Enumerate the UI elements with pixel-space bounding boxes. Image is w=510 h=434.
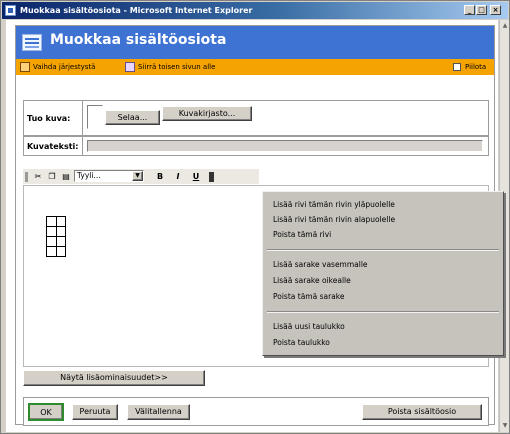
edit-panel: Muokkaa sisältöosiota Vaihda järjestystä… — [15, 25, 504, 426]
editor-toolbar: ✂ ❐ ▤ Tyyli... ▼ B I U — [23, 169, 259, 184]
close-button[interactable]: × — [490, 5, 501, 15]
divider — [82, 137, 83, 155]
menu-item-delete-row[interactable]: Poista tämä rivi — [273, 230, 331, 239]
window-title: Muokkaa sisältöosiota - Microsoft Intern… — [20, 6, 253, 15]
content-logo-icon — [22, 34, 42, 51]
ie-app-icon — [5, 5, 16, 16]
caption-label: Kuvateksti: — [27, 142, 79, 151]
minimize-button[interactable]: _ — [464, 5, 475, 15]
cut-icon[interactable]: ✂ — [33, 172, 43, 182]
move-icon[interactable] — [125, 62, 135, 72]
scroll-down-icon[interactable]: ▼ — [501, 422, 509, 430]
delete-section-button[interactable]: Poista sisältöosio — [362, 404, 482, 420]
underline-button[interactable]: U — [191, 172, 201, 182]
image-path-input[interactable] — [87, 105, 103, 129]
table-row-line — [47, 236, 65, 237]
save-draft-button[interactable]: Välitallenna — [127, 404, 190, 420]
menu-item-add-row-below[interactable]: Lisää rivi tämän rivin alapuolelle — [273, 215, 395, 224]
page-title: Muokkaa sisältöosiota — [50, 32, 227, 48]
scroll-up-icon[interactable]: ▲ — [501, 22, 509, 30]
align-icon[interactable] — [209, 172, 214, 182]
action-bar: OK Peruuta Välitallenna Poista sisältöos… — [23, 397, 489, 426]
image-group: Tuo kuva: Selaa... Kuvakirjasto... — [23, 100, 489, 136]
table-row-line — [47, 246, 65, 247]
caption-group: Kuvateksti: — [23, 136, 489, 156]
cancel-button[interactable]: Peruuta — [72, 404, 118, 420]
table-icon[interactable] — [46, 216, 66, 257]
title-bar[interactable]: Muokkaa sisältöosiota - Microsoft Intern… — [2, 2, 508, 19]
browse-button[interactable]: Selaa... — [105, 110, 160, 125]
hide-checkbox[interactable] — [453, 63, 461, 71]
chevron-down-icon[interactable]: ▼ — [132, 171, 143, 181]
menu-item-add-column-left[interactable]: Lisää sarake vasemmalle — [273, 260, 368, 269]
maximize-button[interactable]: □ — [476, 5, 487, 15]
toolbar-grip — [25, 172, 28, 182]
italic-button[interactable]: I — [173, 172, 183, 182]
image-library-button[interactable]: Kuvakirjasto... — [162, 106, 252, 121]
ok-button[interactable]: OK — [28, 403, 64, 421]
move-link[interactable]: Siirrä toisen sivun alle — [138, 59, 215, 75]
menu-separator — [267, 249, 499, 251]
reorder-link[interactable]: Vaihda järjestystä — [33, 59, 95, 75]
copy-icon[interactable]: ❐ — [47, 172, 57, 182]
menu-item-delete-table[interactable]: Poista taulukko — [273, 338, 330, 347]
table-row-line — [47, 226, 65, 227]
browser-window: Muokkaa sisältöosiota - Microsoft Intern… — [0, 0, 510, 434]
reorder-icon[interactable] — [20, 62, 30, 72]
menu-item-add-column-right[interactable]: Lisää sarake oikealle — [273, 276, 351, 285]
caption-input[interactable] — [87, 140, 483, 152]
menu-item-add-table[interactable]: Lisää uusi taulukko — [273, 322, 345, 331]
menu-item-add-row-above[interactable]: Lisää rivi tämän rivin yläpuolelle — [273, 200, 395, 209]
menu-item-delete-column[interactable]: Poista tämä sarake — [273, 292, 344, 301]
show-more-options-button[interactable]: Näytä lisäominaisuudet>> — [23, 370, 205, 386]
section-toolbar: Vaihda järjestystä Siirrä toisen sivun a… — [16, 59, 494, 75]
panel-header: Muokkaa sisältöosiota — [16, 26, 494, 59]
divider — [82, 101, 83, 135]
table-context-menu: Lisää rivi tämän rivin yläpuolelle Lisää… — [262, 191, 504, 356]
image-label: Tuo kuva: — [27, 114, 71, 123]
paste-icon[interactable]: ▤ — [61, 172, 71, 182]
menu-separator — [267, 311, 499, 313]
bold-button[interactable]: B — [155, 172, 165, 182]
hide-label: Piilota — [465, 63, 487, 71]
